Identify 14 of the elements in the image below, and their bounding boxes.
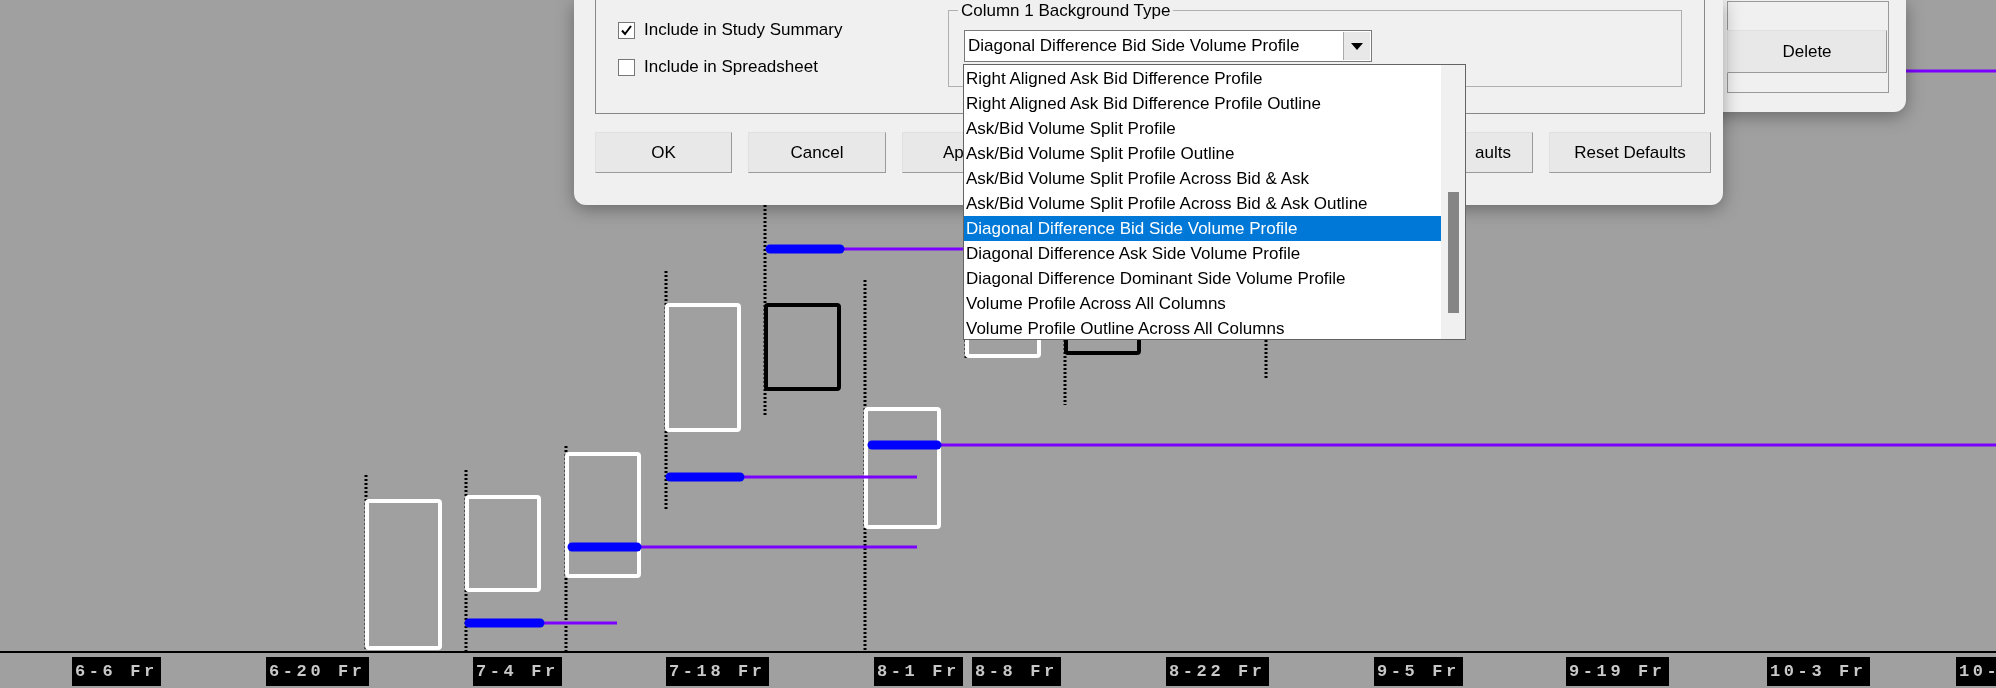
group-label: Column 1 Background Type [958, 1, 1174, 21]
axis-label: 8-8 Fr [972, 657, 1061, 686]
axis-label: 7-4 Fr [473, 657, 562, 686]
axis-label: 9-5 Fr [1374, 657, 1463, 686]
checkbox-label: Include in Study Summary [644, 20, 843, 40]
axis-label: 6-6 Fr [72, 657, 161, 686]
axis-label: 9-19 Fr [1566, 657, 1669, 686]
axis-label: 8-1 Fr [874, 657, 963, 686]
axis-label: 10- [1956, 657, 1996, 686]
axis-label: 10-3 Fr [1767, 657, 1870, 686]
checkbox-label: Include in Spreadsheet [644, 57, 818, 77]
axis-label: 7-18 Fr [666, 657, 769, 686]
axis-label: 8-22 Fr [1166, 657, 1269, 686]
axis-label: 6-20 Fr [266, 657, 369, 686]
